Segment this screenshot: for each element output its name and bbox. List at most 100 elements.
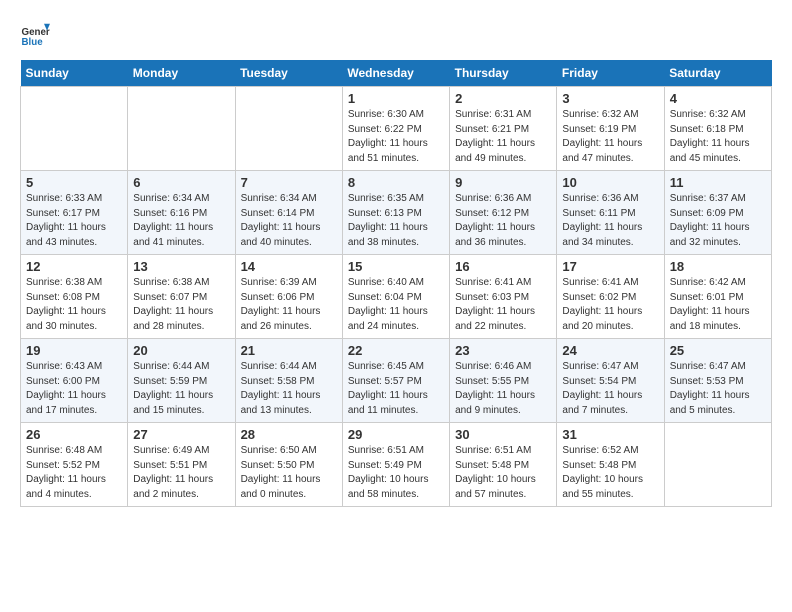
day-number: 28: [241, 427, 337, 442]
cell-info: Sunrise: 6:47 AM Sunset: 5:53 PM Dayligh…: [670, 360, 766, 418]
day-number: 20: [133, 343, 229, 358]
day-number: 9: [455, 175, 551, 190]
day-number: 14: [241, 259, 337, 274]
logo-icon: General Blue: [20, 20, 50, 50]
page-header: General Blue: [20, 20, 772, 50]
day-number: 29: [348, 427, 444, 442]
day-number: 12: [26, 259, 122, 274]
day-number: 10: [562, 175, 658, 190]
calendar-table: SundayMondayTuesdayWednesdayThursdayFrid…: [20, 60, 772, 507]
day-number: 17: [562, 259, 658, 274]
cell-info: Sunrise: 6:46 AM Sunset: 5:55 PM Dayligh…: [455, 360, 551, 418]
calendar-cell: [128, 87, 235, 171]
cell-info: Sunrise: 6:37 AM Sunset: 6:09 PM Dayligh…: [670, 192, 766, 250]
calendar-cell: 29 Sunrise: 6:51 AM Sunset: 5:49 PM Dayli…: [342, 423, 449, 507]
calendar-cell: 4Sunrise: 6:32 AM Sunset: 6:18 PM Daylig…: [664, 87, 771, 171]
day-number: 7: [241, 175, 337, 190]
cell-info: Sunrise: 6:51 AM Sunset: 5:48 PM Dayligh…: [455, 444, 551, 502]
calendar-cell: [21, 87, 128, 171]
calendar-cell: 21 Sunrise: 6:44 AM Sunset: 5:58 PM Dayli…: [235, 339, 342, 423]
day-number: 8: [348, 175, 444, 190]
calendar-cell: 9 Sunrise: 6:36 AM Sunset: 6:12 PM Daylig…: [450, 171, 557, 255]
cell-info: Sunrise: 6:34 AM Sunset: 6:14 PM Dayligh…: [241, 192, 337, 250]
cell-info: Sunrise: 6:36 AM Sunset: 6:11 PM Dayligh…: [562, 192, 658, 250]
col-header-tuesday: Tuesday: [235, 60, 342, 87]
cell-info: Sunrise: 6:51 AM Sunset: 5:49 PM Dayligh…: [348, 444, 444, 502]
day-number: 3: [562, 91, 658, 106]
cell-info: Sunrise: 6:44 AM Sunset: 5:59 PM Dayligh…: [133, 360, 229, 418]
calendar-cell: 15 Sunrise: 6:40 AM Sunset: 6:04 PM Dayli…: [342, 255, 449, 339]
logo: General Blue: [20, 20, 58, 50]
day-number: 21: [241, 343, 337, 358]
cell-info: Sunrise: 6:33 AM Sunset: 6:17 PM Dayligh…: [26, 192, 122, 250]
week-row-4: 19 Sunrise: 6:43 AM Sunset: 6:00 PM Dayli…: [21, 339, 772, 423]
day-number: 27: [133, 427, 229, 442]
calendar-cell: 18Sunrise: 6:42 AM Sunset: 6:01 PM Dayli…: [664, 255, 771, 339]
cell-info: Sunrise: 6:40 AM Sunset: 6:04 PM Dayligh…: [348, 276, 444, 334]
day-number: 2: [455, 91, 551, 106]
week-row-5: 26 Sunrise: 6:48 AM Sunset: 5:52 PM Dayli…: [21, 423, 772, 507]
cell-info: Sunrise: 6:38 AM Sunset: 6:08 PM Dayligh…: [26, 276, 122, 334]
col-header-wednesday: Wednesday: [342, 60, 449, 87]
day-number: 18: [670, 259, 766, 274]
col-header-friday: Friday: [557, 60, 664, 87]
cell-info: Sunrise: 6:50 AM Sunset: 5:50 PM Dayligh…: [241, 444, 337, 502]
cell-info: Sunrise: 6:34 AM Sunset: 6:16 PM Dayligh…: [133, 192, 229, 250]
calendar-cell: [235, 87, 342, 171]
day-number: 26: [26, 427, 122, 442]
calendar-cell: 3 Sunrise: 6:32 AM Sunset: 6:19 PM Daylig…: [557, 87, 664, 171]
day-number: 15: [348, 259, 444, 274]
day-number: 6: [133, 175, 229, 190]
day-number: 1: [348, 91, 444, 106]
day-number: 4: [670, 91, 766, 106]
cell-info: Sunrise: 6:41 AM Sunset: 6:02 PM Dayligh…: [562, 276, 658, 334]
day-number: 11: [670, 175, 766, 190]
col-header-thursday: Thursday: [450, 60, 557, 87]
calendar-cell: 28 Sunrise: 6:50 AM Sunset: 5:50 PM Dayli…: [235, 423, 342, 507]
calendar-cell: 1 Sunrise: 6:30 AM Sunset: 6:22 PM Daylig…: [342, 87, 449, 171]
day-number: 16: [455, 259, 551, 274]
cell-info: Sunrise: 6:44 AM Sunset: 5:58 PM Dayligh…: [241, 360, 337, 418]
calendar-cell: 17 Sunrise: 6:41 AM Sunset: 6:02 PM Dayli…: [557, 255, 664, 339]
day-number: 19: [26, 343, 122, 358]
day-number: 31: [562, 427, 658, 442]
cell-info: Sunrise: 6:38 AM Sunset: 6:07 PM Dayligh…: [133, 276, 229, 334]
calendar-cell: 14 Sunrise: 6:39 AM Sunset: 6:06 PM Dayli…: [235, 255, 342, 339]
cell-info: Sunrise: 6:52 AM Sunset: 5:48 PM Dayligh…: [562, 444, 658, 502]
calendar-cell: 20 Sunrise: 6:44 AM Sunset: 5:59 PM Dayli…: [128, 339, 235, 423]
calendar-cell: 22Sunrise: 6:45 AM Sunset: 5:57 PM Dayli…: [342, 339, 449, 423]
cell-info: Sunrise: 6:32 AM Sunset: 6:19 PM Dayligh…: [562, 108, 658, 166]
header-row: SundayMondayTuesdayWednesdayThursdayFrid…: [21, 60, 772, 87]
svg-text:Blue: Blue: [22, 37, 44, 48]
week-row-2: 5 Sunrise: 6:33 AM Sunset: 6:17 PM Daylig…: [21, 171, 772, 255]
day-number: 23: [455, 343, 551, 358]
calendar-cell: 16 Sunrise: 6:41 AM Sunset: 6:03 PM Dayli…: [450, 255, 557, 339]
calendar-cell: 6 Sunrise: 6:34 AM Sunset: 6:16 PM Daylig…: [128, 171, 235, 255]
cell-info: Sunrise: 6:41 AM Sunset: 6:03 PM Dayligh…: [455, 276, 551, 334]
calendar-cell: 11 Sunrise: 6:37 AM Sunset: 6:09 PM Dayli…: [664, 171, 771, 255]
col-header-sunday: Sunday: [21, 60, 128, 87]
cell-info: Sunrise: 6:43 AM Sunset: 6:00 PM Dayligh…: [26, 360, 122, 418]
calendar-cell: 26 Sunrise: 6:48 AM Sunset: 5:52 PM Dayli…: [21, 423, 128, 507]
day-number: 5: [26, 175, 122, 190]
calendar-cell: 13 Sunrise: 6:38 AM Sunset: 6:07 PM Dayli…: [128, 255, 235, 339]
calendar-cell: 19 Sunrise: 6:43 AM Sunset: 6:00 PM Dayli…: [21, 339, 128, 423]
cell-info: Sunrise: 6:39 AM Sunset: 6:06 PM Dayligh…: [241, 276, 337, 334]
cell-info: Sunrise: 6:36 AM Sunset: 6:12 PM Dayligh…: [455, 192, 551, 250]
calendar-cell: 30Sunrise: 6:51 AM Sunset: 5:48 PM Dayli…: [450, 423, 557, 507]
calendar-cell: 7 Sunrise: 6:34 AM Sunset: 6:14 PM Daylig…: [235, 171, 342, 255]
cell-info: Sunrise: 6:30 AM Sunset: 6:22 PM Dayligh…: [348, 108, 444, 166]
calendar-cell: 31 Sunrise: 6:52 AM Sunset: 5:48 PM Dayli…: [557, 423, 664, 507]
cell-info: Sunrise: 6:48 AM Sunset: 5:52 PM Dayligh…: [26, 444, 122, 502]
calendar-cell: 24 Sunrise: 6:47 AM Sunset: 5:54 PM Dayli…: [557, 339, 664, 423]
calendar-cell: 10 Sunrise: 6:36 AM Sunset: 6:11 PM Dayli…: [557, 171, 664, 255]
day-number: 22: [348, 343, 444, 358]
cell-info: Sunrise: 6:47 AM Sunset: 5:54 PM Dayligh…: [562, 360, 658, 418]
calendar-cell: 27 Sunrise: 6:49 AM Sunset: 5:51 PM Dayli…: [128, 423, 235, 507]
day-number: 13: [133, 259, 229, 274]
cell-info: Sunrise: 6:49 AM Sunset: 5:51 PM Dayligh…: [133, 444, 229, 502]
calendar-cell: 12 Sunrise: 6:38 AM Sunset: 6:08 PM Dayli…: [21, 255, 128, 339]
day-number: 24: [562, 343, 658, 358]
week-row-3: 12 Sunrise: 6:38 AM Sunset: 6:08 PM Dayli…: [21, 255, 772, 339]
week-row-1: 1 Sunrise: 6:30 AM Sunset: 6:22 PM Daylig…: [21, 87, 772, 171]
